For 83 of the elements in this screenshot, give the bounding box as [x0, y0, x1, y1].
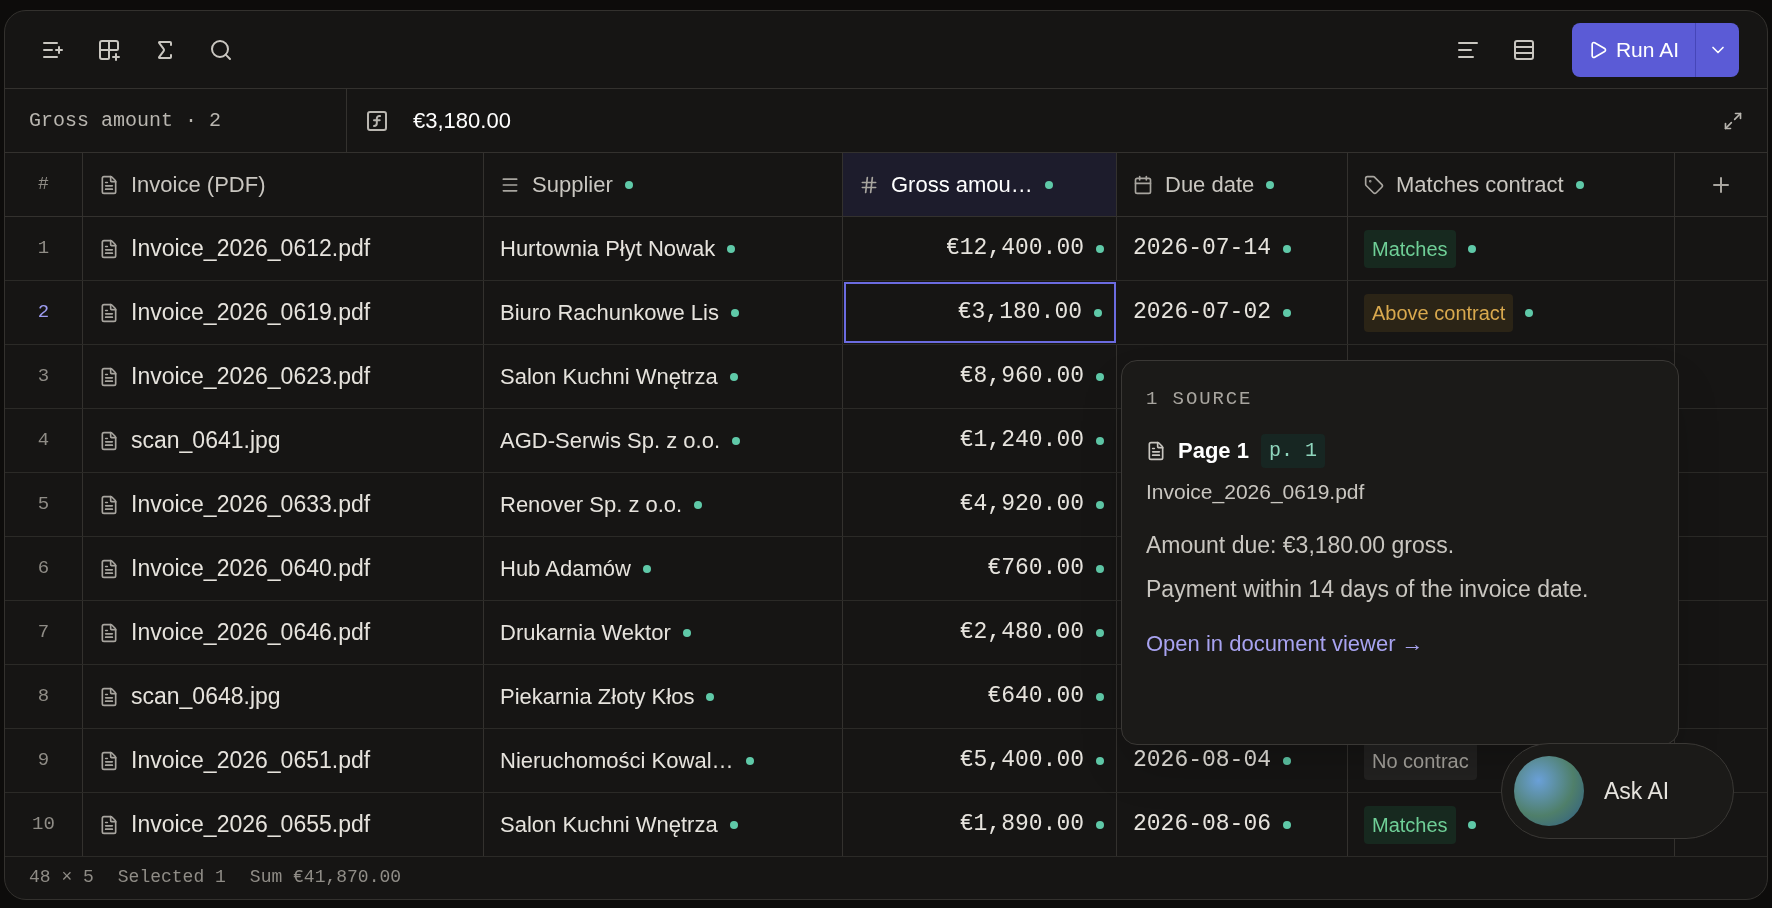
amount-cell[interactable]: €640.00	[843, 665, 1117, 728]
match-tag: Matches	[1364, 229, 1456, 268]
page-tag: p. 1	[1260, 433, 1325, 468]
status-text: Sum €41,870.00	[249, 865, 402, 889]
due-date: 2026-07-14	[1133, 234, 1272, 264]
column-header[interactable]: Due date	[1117, 153, 1348, 216]
supplier-name: Salon Kuchni Wnętrza	[500, 363, 718, 391]
file-name: scan_0648.jpg	[131, 682, 281, 712]
column-header[interactable]: #	[5, 153, 83, 216]
amount-cell[interactable]: €4,920.00	[843, 473, 1117, 536]
document-icon	[99, 494, 119, 515]
file-name: Invoice_2026_0623.pdf	[131, 362, 371, 392]
amount-cell[interactable]: €3,180.00	[844, 282, 1116, 343]
supplier-name: Hub Adamów	[500, 555, 631, 583]
orb-icon	[1514, 756, 1584, 826]
supplier-name: Hurtownia Płyt Nowak	[500, 235, 716, 263]
row-number: 9	[5, 729, 83, 792]
document-icon	[99, 430, 119, 451]
amount-cell[interactable]: €1,890.00	[843, 793, 1117, 856]
row-number: 10	[5, 793, 83, 856]
supplier-name: Salon Kuchni Wnętrza	[500, 811, 718, 839]
due-date: 2026-08-04	[1133, 746, 1272, 776]
row-number: 5	[5, 473, 83, 536]
row-number: 7	[5, 601, 83, 664]
due-date: 2026-07-02	[1133, 298, 1272, 328]
tag-icon	[1364, 174, 1384, 195]
row-number: 2	[5, 281, 83, 344]
document-icon	[99, 558, 119, 579]
function-icon	[365, 108, 389, 133]
amount-cell[interactable]: €12,400.00	[843, 217, 1117, 280]
row-number: 8	[5, 665, 83, 728]
supplier-name: Drukarnia Wektor	[500, 619, 671, 647]
page-title: Page 1	[1178, 437, 1249, 465]
cell-reference: Gross amount · 2	[5, 89, 347, 152]
row-number: 4	[5, 409, 83, 472]
source-text: Amount due: €3,180.00 gross.	[1146, 531, 1456, 560]
amount-cell[interactable]: €760.00	[843, 537, 1117, 600]
document-icon	[99, 686, 119, 707]
document-icon	[1146, 440, 1166, 461]
formula-value[interactable]: €3,180.00	[413, 104, 1723, 137]
file-name: Invoice_2026_0633.pdf	[131, 490, 371, 520]
file-name: Invoice_2026_0651.pdf	[131, 746, 371, 776]
row-number: 1	[5, 217, 83, 280]
file-name: Invoice_2026_0619.pdf	[131, 298, 371, 328]
file-name: Invoice_2026_0612.pdf	[131, 234, 371, 264]
due-date: 2026-08-06	[1133, 810, 1272, 840]
status-text: Selected 1	[117, 865, 226, 889]
ask-ai-button[interactable]: Ask AI	[1501, 743, 1734, 839]
match-tag: Above contract	[1364, 293, 1514, 332]
file-name: scan_0641.jpg	[131, 426, 281, 456]
file-name: Invoice_2026_0640.pdf	[131, 554, 371, 584]
amount-cell[interactable]: €5,400.00	[843, 729, 1117, 792]
hash-icon	[859, 174, 879, 195]
document-icon	[99, 174, 119, 195]
supplier-name: AGD-Serwis Sp. z o.o.	[500, 427, 721, 455]
source-text: Payment within 14 days of the invoice date.	[1146, 575, 1590, 604]
row-number: 3	[5, 345, 83, 408]
match-tag: Matches	[1364, 805, 1456, 844]
row-number: 6	[5, 537, 83, 600]
column-header[interactable]: Gross amou…	[843, 153, 1117, 216]
file-name: Invoice_2026_0655.pdf	[131, 810, 371, 840]
supplier-name: Renover Sp. z o.o.	[500, 491, 683, 519]
supplier-name: Nieruchomości Kowal…	[500, 747, 734, 775]
column-header[interactable]: Invoice (PDF)	[83, 153, 484, 216]
amount-cell[interactable]: €1,240.00	[843, 409, 1117, 472]
document-icon	[99, 238, 119, 259]
supplier-name: Piekarnia Złoty Kłos	[500, 683, 695, 711]
file-name: Invoice_2026_0646.pdf	[131, 618, 371, 648]
document-icon	[99, 366, 119, 387]
document-icon	[99, 622, 119, 643]
column-header[interactable]: Matches contract	[1348, 153, 1675, 216]
amount-cell[interactable]: €8,960.00	[843, 345, 1117, 408]
popover-heading: 1 SOURCE	[1146, 387, 1254, 412]
status-text: 48 × 5	[29, 865, 94, 889]
calendar-icon	[1133, 174, 1153, 195]
supplier-name: Biuro Rachunkowe Lis	[500, 299, 719, 327]
amount-cell[interactable]: €2,480.00	[843, 601, 1117, 664]
document-icon	[99, 814, 119, 835]
document-icon	[99, 750, 119, 771]
file-name: Invoice_2026_0619.pdf	[1146, 478, 1366, 506]
document-icon	[99, 302, 119, 323]
expand-icon[interactable]	[1723, 110, 1743, 131]
open-viewer-link[interactable]: Open in document viewer →	[1146, 627, 1654, 660]
